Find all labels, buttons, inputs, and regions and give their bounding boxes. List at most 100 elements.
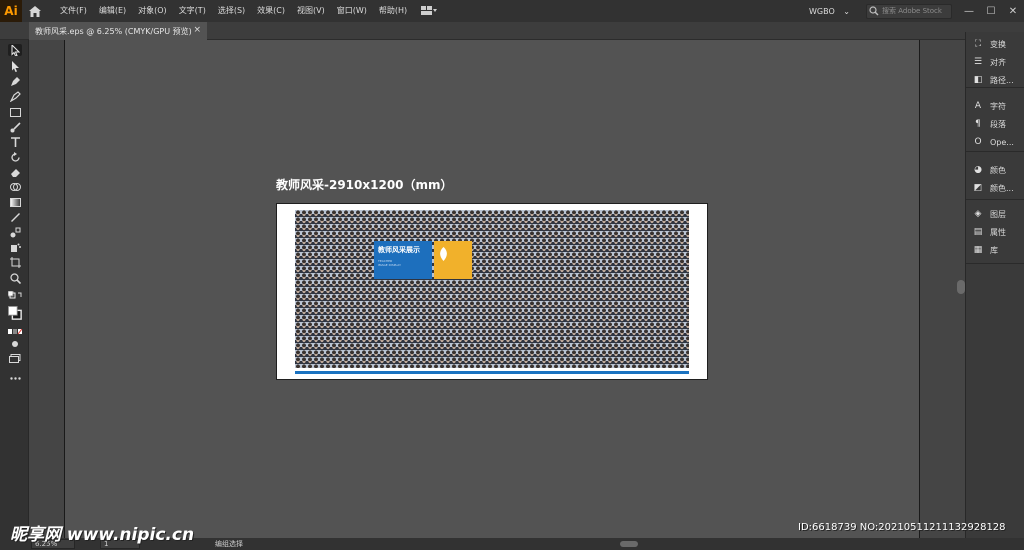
opentype-icon: O (974, 137, 982, 147)
eyedropper-tool-icon[interactable] (8, 211, 22, 223)
artboard-tool-icon[interactable] (8, 256, 22, 268)
color-guide-icon: ◩ (973, 183, 983, 193)
drawing-mode-icon[interactable] (8, 338, 22, 350)
swap-fill-stroke-icon[interactable] (8, 290, 22, 302)
image-id-tag: ID:6618739 NO:20210511211132928128 (798, 522, 1006, 533)
horizontal-scroll-thumb[interactable] (620, 541, 638, 547)
panel-align-label: 对齐 (990, 57, 1006, 67)
menu-right-area: WGBO ⌄ 搜索 Adobe Stock — ☐ ✕ (809, 0, 1024, 22)
panel-character-label: 字符 (990, 101, 1006, 111)
pen-tool-icon[interactable] (8, 75, 22, 87)
banner-subtitle-2: IMAGE DISPLAY (378, 263, 401, 267)
document-tab-bar: 教师风采.eps @ 6.25% (CMYK/GPU 预览) × (0, 22, 1024, 40)
panel-opentype[interactable]: O Ope... (972, 136, 1014, 148)
pathfinder-icon: ◧ (973, 75, 983, 85)
home-icon[interactable] (22, 0, 48, 22)
panel-properties[interactable]: ▤ 属性 (972, 226, 1006, 238)
menu-bar: Ai 文件(F) 编辑(E) 对象(O) 文字(T) 选择(S) 效果(C) 视… (0, 0, 1024, 22)
blend-tool-icon[interactable] (8, 226, 22, 238)
shape-builder-tool-icon[interactable] (8, 181, 22, 193)
menu-view[interactable]: 视图(V) (291, 0, 331, 22)
artboard-footer-bar (295, 371, 689, 374)
fill-stroke-swatch[interactable] (8, 304, 22, 322)
menu-window[interactable]: 窗口(W) (331, 0, 373, 22)
panel-layers[interactable]: ◈ 图层 (972, 208, 1006, 220)
panel-paragraph[interactable]: ¶ 段落 (972, 118, 1006, 130)
curvature-tool-icon[interactable] (8, 90, 22, 102)
guide-line-left (64, 40, 65, 538)
menu-object[interactable]: 对象(O) (132, 0, 173, 22)
stock-search-field[interactable]: 搜索 Adobe Stock (866, 3, 952, 19)
panel-color-label: 颜色 (990, 165, 1006, 175)
align-icon: ☰ (973, 57, 983, 67)
panel-transform[interactable]: ⛶ 变换 (972, 38, 1006, 50)
panel-group-4: ◈ 图层 ▤ 属性 ▦ 库 (966, 204, 1024, 264)
close-tab-icon[interactable]: × (193, 25, 201, 35)
panel-transform-label: 变换 (990, 39, 1006, 49)
paragraph-icon: ¶ (975, 119, 981, 129)
menu-help[interactable]: 帮助(H) (373, 0, 413, 22)
selection-tool-icon[interactable] (8, 44, 22, 56)
arrange-documents-icon (421, 6, 438, 15)
artboard[interactable]: 教师风采展示 TEACHER IMAGE DISPLAY (276, 203, 708, 380)
panel-group-2: A 字符 ¶ 段落 O Ope... (966, 92, 1024, 152)
menu-file[interactable]: 文件(F) (54, 0, 93, 22)
rectangle-tool-icon[interactable] (8, 106, 22, 118)
title-banner: 教师风采展示 TEACHER IMAGE DISPLAY (374, 241, 432, 279)
direct-selection-tool-icon[interactable] (8, 60, 22, 72)
site-watermark: 昵享网 www.nipic.cn (10, 525, 195, 545)
panel-group-1: ⛶ 变换 ☰ 对齐 ◧ 路径... (966, 32, 1024, 88)
panel-opentype-label: Ope... (990, 137, 1014, 147)
panel-paragraph-label: 段落 (990, 119, 1006, 129)
zoom-tool-icon[interactable] (8, 272, 22, 284)
panel-pathfinder[interactable]: ◧ 路径... (972, 74, 1014, 86)
panel-character[interactable]: A 字符 (972, 100, 1006, 112)
search-icon (869, 6, 879, 16)
color-mode-buttons-icon[interactable] (8, 326, 22, 338)
panel-group-3: ◕ 颜色 ◩ 颜色... (966, 156, 1024, 200)
menu-type[interactable]: 文字(T) (173, 0, 212, 22)
character-icon: A (974, 101, 982, 111)
current-tool-status: 编组选择 (215, 540, 243, 548)
arrange-documents-button[interactable] (421, 6, 438, 16)
eraser-tool-icon[interactable] (8, 166, 22, 178)
document-tab[interactable]: 教师风采.eps @ 6.25% (CMYK/GPU 预览) × (29, 22, 207, 40)
panel-align[interactable]: ☰ 对齐 (972, 56, 1006, 68)
rotate-tool-icon[interactable] (8, 151, 22, 163)
panel-libraries-label: 库 (990, 245, 998, 255)
illustrator-window: Ai 文件(F) 编辑(E) 对象(O) 文字(T) 选择(S) 效果(C) 视… (0, 0, 1024, 550)
symbol-sprayer-tool-icon[interactable] (8, 241, 22, 253)
panel-color[interactable]: ◕ 颜色 (972, 164, 1006, 176)
banner-title: 教师风采展示 (378, 246, 420, 254)
minimize-button[interactable]: — (958, 0, 980, 22)
app-logo: Ai (0, 0, 22, 22)
layers-icon: ◈ (974, 209, 982, 219)
menu-select[interactable]: 选择(S) (212, 0, 251, 22)
workspace-label: WGBO (808, 6, 835, 16)
libraries-icon: ▦ (973, 245, 983, 255)
type-tool-icon[interactable] (8, 136, 22, 148)
paintbrush-tool-icon[interactable] (8, 121, 22, 133)
document-tab-title: 教师风采.eps @ 6.25% (CMYK/GPU 预览) (35, 26, 192, 36)
panel-color-guide[interactable]: ◩ 颜色... (972, 182, 1014, 194)
vertical-scroll-thumb[interactable] (957, 280, 965, 294)
panel-libraries[interactable]: ▦ 库 (972, 244, 998, 256)
gradient-tool-icon[interactable] (8, 196, 22, 208)
transform-icon: ⛶ (974, 39, 982, 49)
panel-pathfinder-label: 路径... (990, 75, 1014, 85)
artboard-label: 教师风采-2910x1200（mm） (276, 178, 453, 192)
panel-color-guide-label: 颜色... (990, 183, 1014, 193)
maximize-button[interactable]: ☐ (980, 0, 1002, 22)
more-tools-icon[interactable] (8, 372, 22, 384)
close-window-button[interactable]: ✕ (1002, 0, 1024, 22)
leaf-logo-icon (440, 247, 447, 261)
menu-effect[interactable]: 效果(C) (251, 0, 291, 22)
workspace-switcher[interactable]: WGBO ⌄ (809, 7, 850, 16)
canvas-pasteboard-left (29, 40, 64, 538)
menu-edit[interactable]: 编辑(E) (93, 0, 132, 22)
screen-mode-icon[interactable] (8, 352, 22, 364)
main-menu: 文件(F) 编辑(E) 对象(O) 文字(T) 选择(S) 效果(C) 视图(V… (54, 0, 413, 22)
canvas-area[interactable]: 教师风采-2910x1200（mm） 教师风采展示 TEACHER IMAGE … (29, 40, 965, 538)
teacher-photo-mosaic (295, 210, 689, 368)
right-panel-dock: ⛶ 变换 ☰ 对齐 ◧ 路径... A 字符 ¶ 段落 O Ope... ◕ 颜色 ◩ 颜色..… (957, 32, 1024, 538)
